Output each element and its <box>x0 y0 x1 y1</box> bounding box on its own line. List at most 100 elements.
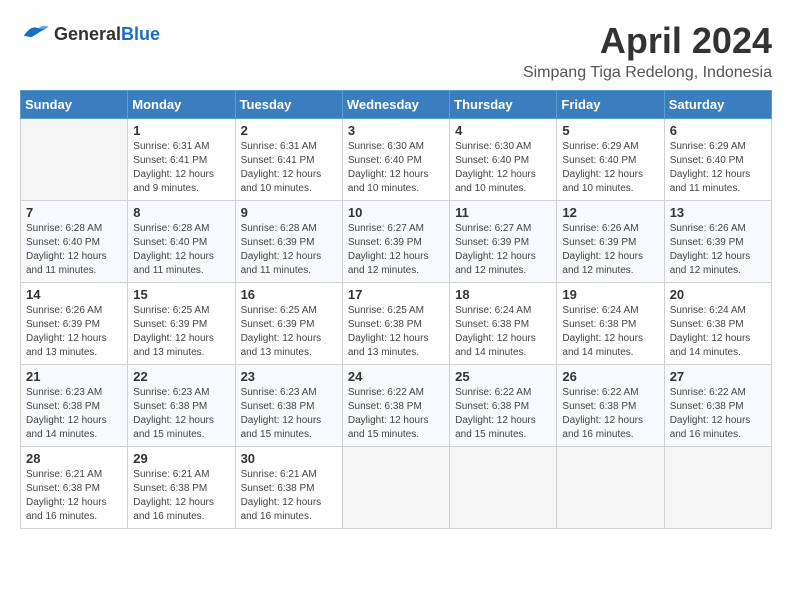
day-info: Sunrise: 6:29 AMSunset: 6:40 PMDaylight:… <box>670 140 766 196</box>
day-info: Sunrise: 6:22 AMSunset: 6:38 PMDaylight:… <box>562 386 658 442</box>
weekday-header-row: SundayMondayTuesdayWednesdayThursdayFrid… <box>21 91 772 119</box>
day-number: 25 <box>455 369 551 384</box>
calendar-day-cell: 2Sunrise: 6:31 AMSunset: 6:41 PMDaylight… <box>235 119 342 201</box>
day-number: 2 <box>241 123 337 138</box>
day-info: Sunrise: 6:22 AMSunset: 6:38 PMDaylight:… <box>455 386 551 442</box>
day-info: Sunrise: 6:23 AMSunset: 6:38 PMDaylight:… <box>26 386 122 442</box>
day-info: Sunrise: 6:21 AMSunset: 6:38 PMDaylight:… <box>241 468 337 524</box>
day-info: Sunrise: 6:26 AMSunset: 6:39 PMDaylight:… <box>26 304 122 360</box>
day-number: 7 <box>26 205 122 220</box>
day-info: Sunrise: 6:31 AMSunset: 6:41 PMDaylight:… <box>133 140 229 196</box>
day-info: Sunrise: 6:22 AMSunset: 6:38 PMDaylight:… <box>348 386 444 442</box>
calendar-day-cell: 18 Sunrise: 6:24 AMSunset: 6:38 PMDayligh… <box>450 283 557 365</box>
calendar-day-cell: 15Sunrise: 6:25 AMSunset: 6:39 PMDayligh… <box>128 283 235 365</box>
calendar-day-cell: 8Sunrise: 6:28 AMSunset: 6:40 PMDaylight… <box>128 201 235 283</box>
calendar-day-cell <box>342 447 449 529</box>
calendar-day-cell: 25 Sunrise: 6:22 AMSunset: 6:38 PMDayligh… <box>450 365 557 447</box>
day-number: 9 <box>241 205 337 220</box>
calendar-day-cell: 28 Sunrise: 6:21 AMSunset: 6:38 PMDayligh… <box>21 447 128 529</box>
calendar-day-cell: 26Sunrise: 6:22 AMSunset: 6:38 PMDayligh… <box>557 365 664 447</box>
calendar-day-cell: 7 Sunrise: 6:28 AMSunset: 6:40 PMDaylight… <box>21 201 128 283</box>
calendar-day-cell <box>664 447 771 529</box>
day-info: Sunrise: 6:24 AMSunset: 6:38 PMDaylight:… <box>670 304 766 360</box>
day-number: 22 <box>133 369 229 384</box>
header: GeneralBlue April 2024 Simpang Tiga Rede… <box>20 20 772 82</box>
day-number: 13 <box>670 205 766 220</box>
day-info: Sunrise: 6:22 AMSunset: 6:38 PMDaylight:… <box>670 386 766 442</box>
day-number: 18 <box>455 287 551 302</box>
calendar-day-cell: 5 Sunrise: 6:29 AMSunset: 6:40 PMDaylight… <box>557 119 664 201</box>
day-number: 19 <box>562 287 658 302</box>
day-number: 24 <box>348 369 444 384</box>
calendar-day-cell: 30 Sunrise: 6:21 AMSunset: 6:38 PMDayligh… <box>235 447 342 529</box>
logo-text: GeneralBlue <box>54 24 160 45</box>
day-number: 14 <box>26 287 122 302</box>
day-info: Sunrise: 6:26 AMSunset: 6:39 PMDaylight:… <box>562 222 658 278</box>
calendar-day-cell: 23Sunrise: 6:23 AMSunset: 6:38 PMDayligh… <box>235 365 342 447</box>
calendar-day-cell: 1 Sunrise: 6:31 AMSunset: 6:41 PMDaylight… <box>128 119 235 201</box>
day-number: 4 <box>455 123 551 138</box>
calendar-day-cell: 19 Sunrise: 6:24 AMSunset: 6:38 PMDayligh… <box>557 283 664 365</box>
calendar-day-cell: 14 Sunrise: 6:26 AMSunset: 6:39 PMDayligh… <box>21 283 128 365</box>
day-number: 17 <box>348 287 444 302</box>
calendar-week-row: 7 Sunrise: 6:28 AMSunset: 6:40 PMDaylight… <box>21 201 772 283</box>
day-info: Sunrise: 6:24 AMSunset: 6:38 PMDaylight:… <box>562 304 658 360</box>
day-number: 21 <box>26 369 122 384</box>
calendar-day-cell: 6 Sunrise: 6:29 AMSunset: 6:40 PMDaylight… <box>664 119 771 201</box>
logo-icon <box>20 20 50 49</box>
day-info: Sunrise: 6:23 AMSunset: 6:38 PMDaylight:… <box>133 386 229 442</box>
calendar-day-cell: 21 Sunrise: 6:23 AMSunset: 6:38 PMDayligh… <box>21 365 128 447</box>
calendar-body: 1 Sunrise: 6:31 AMSunset: 6:41 PMDaylight… <box>21 119 772 529</box>
calendar-day-cell: 4 Sunrise: 6:30 AMSunset: 6:40 PMDaylight… <box>450 119 557 201</box>
calendar-week-row: 1 Sunrise: 6:31 AMSunset: 6:41 PMDaylight… <box>21 119 772 201</box>
weekday-header-cell: Sunday <box>21 91 128 119</box>
calendar-day-cell: 17 Sunrise: 6:25 AMSunset: 6:38 PMDayligh… <box>342 283 449 365</box>
day-number: 30 <box>241 451 337 466</box>
logo: GeneralBlue <box>20 20 160 49</box>
calendar-subtitle: Simpang Tiga Redelong, Indonesia <box>523 64 772 82</box>
weekday-header-cell: Friday <box>557 91 664 119</box>
day-info: Sunrise: 6:23 AMSunset: 6:38 PMDaylight:… <box>241 386 337 442</box>
day-number: 8 <box>133 205 229 220</box>
calendar-day-cell: 22 Sunrise: 6:23 AMSunset: 6:38 PMDayligh… <box>128 365 235 447</box>
calendar-day-cell: 20Sunrise: 6:24 AMSunset: 6:38 PMDayligh… <box>664 283 771 365</box>
day-info: Sunrise: 6:30 AMSunset: 6:40 PMDaylight:… <box>348 140 444 196</box>
calendar-table: SundayMondayTuesdayWednesdayThursdayFrid… <box>20 90 772 529</box>
day-info: Sunrise: 6:26 AMSunset: 6:39 PMDaylight:… <box>670 222 766 278</box>
day-info: Sunrise: 6:27 AMSunset: 6:39 PMDaylight:… <box>348 222 444 278</box>
calendar-day-cell <box>21 119 128 201</box>
day-info: Sunrise: 6:21 AMSunset: 6:38 PMDaylight:… <box>26 468 122 524</box>
day-number: 28 <box>26 451 122 466</box>
weekday-header-cell: Monday <box>128 91 235 119</box>
day-number: 1 <box>133 123 229 138</box>
calendar-day-cell: 24 Sunrise: 6:22 AMSunset: 6:38 PMDayligh… <box>342 365 449 447</box>
weekday-header-cell: Wednesday <box>342 91 449 119</box>
day-info: Sunrise: 6:29 AMSunset: 6:40 PMDaylight:… <box>562 140 658 196</box>
day-number: 3 <box>348 123 444 138</box>
calendar-day-cell: 10Sunrise: 6:27 AMSunset: 6:39 PMDayligh… <box>342 201 449 283</box>
calendar-day-cell <box>450 447 557 529</box>
day-info: Sunrise: 6:24 AMSunset: 6:38 PMDaylight:… <box>455 304 551 360</box>
day-number: 6 <box>670 123 766 138</box>
day-number: 5 <box>562 123 658 138</box>
calendar-day-cell: 12 Sunrise: 6:26 AMSunset: 6:39 PMDayligh… <box>557 201 664 283</box>
day-info: Sunrise: 6:28 AMSunset: 6:40 PMDaylight:… <box>26 222 122 278</box>
calendar-title: April 2024 <box>523 20 772 62</box>
day-info: Sunrise: 6:30 AMSunset: 6:40 PMDaylight:… <box>455 140 551 196</box>
calendar-day-cell: 11Sunrise: 6:27 AMSunset: 6:39 PMDayligh… <box>450 201 557 283</box>
day-info: Sunrise: 6:25 AMSunset: 6:39 PMDaylight:… <box>241 304 337 360</box>
day-info: Sunrise: 6:27 AMSunset: 6:39 PMDaylight:… <box>455 222 551 278</box>
weekday-header-cell: Saturday <box>664 91 771 119</box>
calendar-day-cell: 9 Sunrise: 6:28 AMSunset: 6:39 PMDaylight… <box>235 201 342 283</box>
calendar-day-cell: 29Sunrise: 6:21 AMSunset: 6:38 PMDayligh… <box>128 447 235 529</box>
day-number: 27 <box>670 369 766 384</box>
day-info: Sunrise: 6:28 AMSunset: 6:39 PMDaylight:… <box>241 222 337 278</box>
weekday-header-cell: Thursday <box>450 91 557 119</box>
calendar-week-row: 28 Sunrise: 6:21 AMSunset: 6:38 PMDayligh… <box>21 447 772 529</box>
day-number: 12 <box>562 205 658 220</box>
day-number: 16 <box>241 287 337 302</box>
day-info: Sunrise: 6:25 AMSunset: 6:38 PMDaylight:… <box>348 304 444 360</box>
day-number: 15 <box>133 287 229 302</box>
calendar-day-cell <box>557 447 664 529</box>
calendar-day-cell: 13 Sunrise: 6:26 AMSunset: 6:39 PMDayligh… <box>664 201 771 283</box>
